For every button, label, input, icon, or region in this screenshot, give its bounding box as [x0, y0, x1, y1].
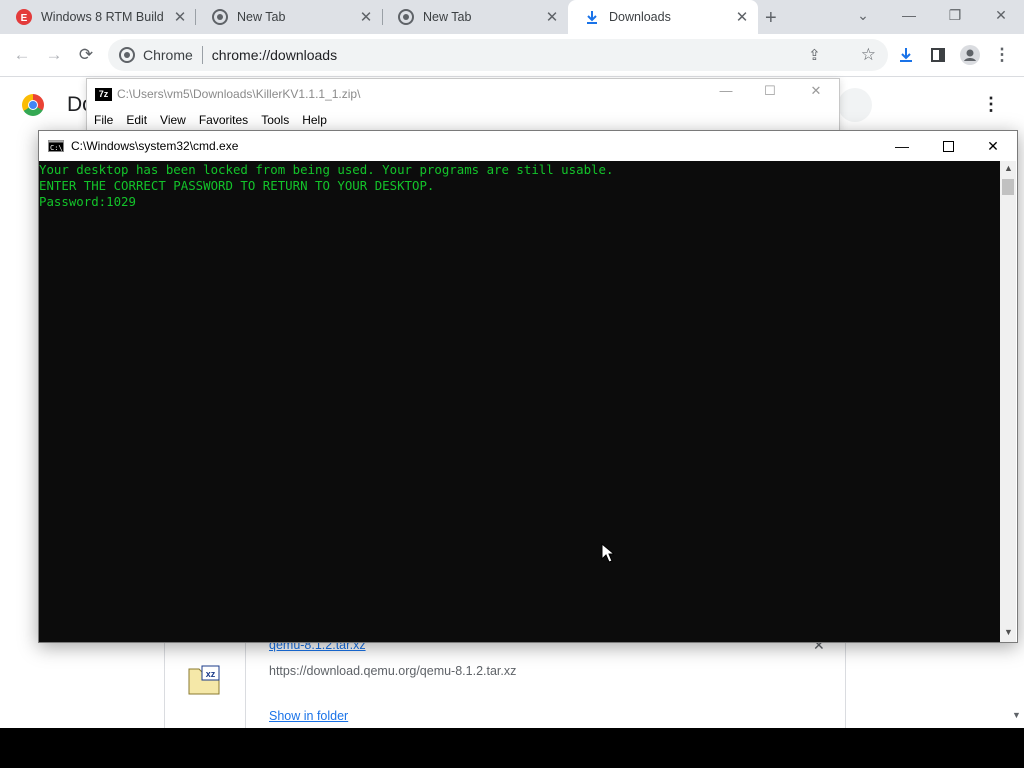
svg-text:xz: xz — [206, 669, 216, 679]
side-panel-icon[interactable] — [925, 42, 951, 68]
tab-title: Windows 8 RTM Build — [41, 10, 164, 24]
site-red-icon: E — [16, 9, 32, 25]
menu-edit[interactable]: Edit — [126, 113, 147, 127]
7zip-app-icon: 7z — [95, 87, 112, 101]
forward-arrow-icon[interactable]: → — [41, 42, 67, 68]
svg-text:E: E — [21, 13, 28, 24]
scroll-down-arrow-icon[interactable]: ▼ — [1004, 627, 1013, 637]
reload-icon[interactable]: ⟳ — [73, 42, 99, 68]
console-output[interactable]: Your desktop has been locked from being … — [39, 161, 1000, 642]
show-in-folder-link[interactable]: Show in folder — [269, 709, 348, 723]
cmd-titlebar[interactable]: C:\ C:\Windows\system32\cmd.exe — [39, 131, 1017, 161]
tab-close-icon[interactable]: ✕ — [356, 8, 376, 26]
chrome-icon — [212, 9, 228, 25]
chrome-logo-icon — [22, 94, 44, 116]
cmd-window-title: C:\Windows\system32\cmd.exe — [71, 139, 239, 153]
maximize-icon[interactable] — [925, 131, 971, 161]
omnibox-divider — [201, 46, 203, 64]
tab-title: New Tab — [237, 10, 286, 24]
menu-view[interactable]: View — [160, 113, 186, 127]
password-input-line[interactable]: Password:1029 — [39, 194, 1000, 210]
menu-tools[interactable]: Tools — [261, 113, 289, 127]
tab-close-icon[interactable]: ✕ — [542, 8, 562, 26]
cmd-app-icon: C:\ — [48, 140, 64, 152]
console-line: Your desktop has been locked from being … — [39, 162, 614, 177]
download-item-card: xz qemu-8.1.2.tar.xz ✕ https://download.… — [164, 636, 846, 728]
7zip-window-title: C:\Users\vm5\Downloads\KillerKV1.1.1_1.z… — [117, 87, 361, 101]
scrollbar-thumb[interactable] — [1002, 179, 1014, 195]
chrome-icon — [398, 9, 414, 25]
share-icon[interactable]: ⇪ — [808, 46, 821, 64]
screen-bottom-border — [0, 728, 1024, 768]
browser-menu-icon[interactable]: ⋮ — [989, 42, 1015, 68]
svg-text:C:\: C:\ — [50, 144, 63, 152]
menu-favorites[interactable]: Favorites — [199, 113, 248, 127]
chrome-icon — [119, 47, 135, 63]
archive-file-icon[interactable]: xz — [188, 665, 220, 695]
cmd-window: C:\ C:\Windows\system32\cmd.exe — ✕ Your… — [38, 130, 1018, 643]
7zip-menubar: File Edit View Favorites Tools Help — [87, 109, 839, 131]
download-source-url[interactable]: https://download.qemu.org/qemu-8.1.2.tar… — [269, 664, 516, 678]
minimize-icon[interactable]: — — [886, 0, 932, 30]
menu-help[interactable]: Help — [302, 113, 327, 127]
close-window-icon[interactable]: ✕ — [970, 131, 1016, 161]
scroll-down-arrow-icon[interactable]: ▼ — [1012, 710, 1021, 720]
tab-downloads[interactable]: Downloads ✕ — [568, 0, 758, 34]
profile-avatar-icon[interactable] — [957, 42, 983, 68]
tab-title: New Tab — [423, 10, 472, 24]
tab-windows-8-rtm-build[interactable]: E Windows 8 RTM Build ✕ — [0, 0, 196, 34]
address-bar[interactable]: Chrome chrome://downloads ⇪ ☆ — [108, 39, 888, 71]
omnibox-url[interactable]: chrome://downloads — [212, 47, 337, 63]
close-window-icon[interactable]: ✕ — [978, 0, 1024, 30]
tab-close-icon[interactable]: ✕ — [170, 8, 190, 26]
tab-title: Downloads — [609, 10, 671, 24]
minimize-icon[interactable]: — — [703, 83, 749, 105]
console-line: ENTER THE CORRECT PASSWORD TO RETURN TO … — [39, 178, 435, 193]
tab-new-tab-1[interactable]: New Tab ✕ — [196, 0, 382, 34]
back-arrow-icon[interactable]: ← — [9, 42, 35, 68]
downloads-toolbar-icon[interactable] — [893, 42, 919, 68]
mouse-cursor-icon — [601, 542, 616, 568]
new-tab-plus-icon[interactable]: + — [765, 7, 777, 30]
menu-file[interactable]: File — [94, 113, 113, 127]
browser-toolbar: ← → ⟳ Chrome chrome://downloads ⇪ ☆ ⋮ — [0, 34, 1024, 77]
tab-new-tab-2[interactable]: New Tab ✕ — [382, 0, 568, 34]
close-window-icon[interactable]: ✕ — [793, 83, 839, 105]
file-icon-column: xz — [165, 637, 246, 728]
omnibox-chip: Chrome — [143, 47, 193, 63]
search-field-edge[interactable] — [838, 88, 872, 122]
page-menu-icon[interactable]: ⋮ — [982, 94, 1000, 115]
bookmark-star-icon[interactable]: ☆ — [861, 45, 876, 65]
restore-icon[interactable]: ❐ — [932, 0, 978, 30]
download-icon — [584, 9, 600, 25]
console-scrollbar[interactable]: ▲ ▼ — [1000, 161, 1016, 642]
desktop-screen: E Windows 8 RTM Build ✕ New Tab ✕ New Ta… — [0, 0, 1024, 728]
7zip-window: 7z C:\Users\vm5\Downloads\KillerKV1.1.1_… — [86, 78, 840, 134]
tab-search-chevron-icon[interactable]: ⌄ — [840, 0, 886, 30]
minimize-icon[interactable]: — — [879, 131, 925, 161]
browser-tab-strip: E Windows 8 RTM Build ✕ New Tab ✕ New Ta… — [0, 0, 1024, 34]
maximize-icon[interactable]: ☐ — [747, 83, 793, 105]
scroll-up-arrow-icon[interactable]: ▲ — [1004, 163, 1013, 173]
tab-close-icon[interactable]: ✕ — [732, 8, 752, 26]
